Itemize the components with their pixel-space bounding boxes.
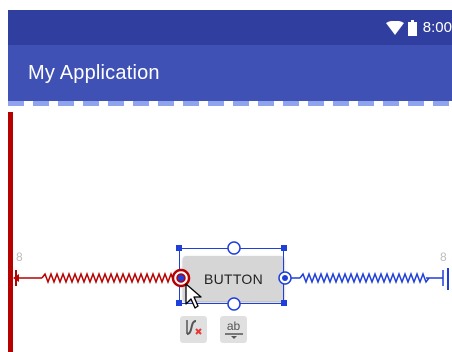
baseline-button[interactable]: ab — [220, 316, 247, 343]
clear-constraints-icon — [184, 317, 204, 342]
left-anchor[interactable] — [171, 268, 191, 288]
baseline-icon-label: ab — [226, 318, 241, 333]
bottom-anchor[interactable] — [227, 297, 241, 311]
mouse-cursor-icon — [185, 283, 202, 309]
top-anchor[interactable] — [227, 241, 241, 255]
baseline-icon: ab — [224, 320, 244, 340]
anchor-overlay — [171, 241, 292, 311]
clear-constraints-button[interactable] — [180, 316, 207, 343]
right-anchor[interactable] — [278, 271, 292, 285]
